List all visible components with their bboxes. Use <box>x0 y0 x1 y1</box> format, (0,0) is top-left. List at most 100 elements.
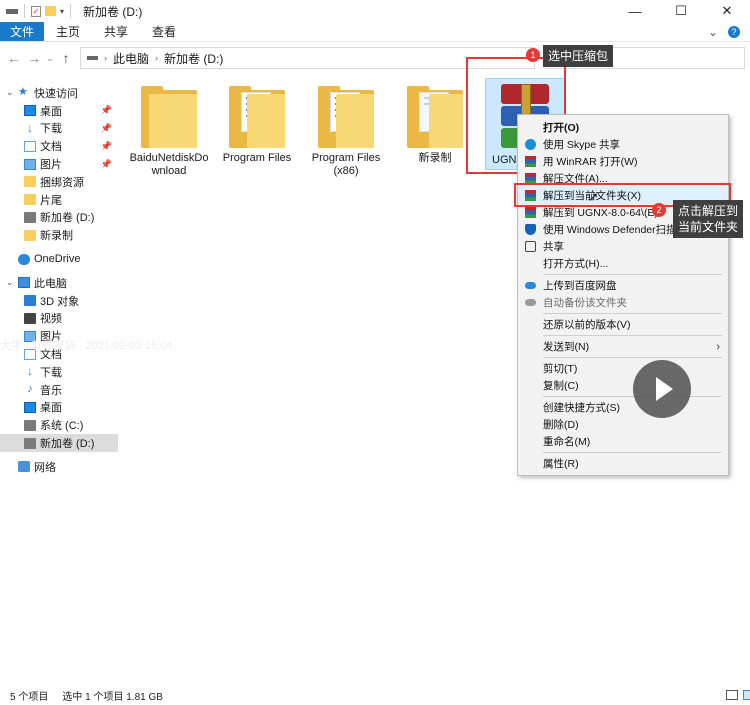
details-view-icon[interactable] <box>726 690 738 700</box>
menu-item-label: 使用 Skype 共享 <box>543 139 621 151</box>
maximize-button[interactable]: ☐ <box>658 0 704 22</box>
tab-file[interactable]: 文件 <box>0 22 45 41</box>
menu-item-open-with-winrar[interactable]: 用 WinRAR 打开(W) <box>518 153 728 170</box>
navigation-bar: ← → ⌄ ↑ › 此电脑 › 新加卷 (D:) <box>0 43 750 73</box>
chevron-down-icon[interactable]: ⌄ <box>6 87 14 98</box>
expand-ribbon-icon[interactable]: ⌄ <box>708 25 718 39</box>
forward-arrow-icon[interactable]: → <box>24 50 44 66</box>
back-arrow-icon[interactable]: ← <box>4 50 24 66</box>
menu-item-label: 打开方式(H)... <box>543 258 609 270</box>
large-icons-view-icon[interactable] <box>743 690 750 700</box>
sidebar-item-drive-c[interactable]: 系统 (C:) <box>0 416 118 434</box>
music-icon: ♪ <box>27 383 33 396</box>
sidebar-item-label: 新录制 <box>40 230 73 243</box>
menu-item-copy[interactable]: 复制(C) <box>518 377 728 394</box>
sidebar-onedrive[interactable]: OneDrive <box>0 250 118 268</box>
tab-share[interactable]: 共享 <box>92 22 140 41</box>
menu-divider <box>543 396 722 397</box>
baidu-cloud-icon <box>525 282 536 289</box>
tab-view[interactable]: 查看 <box>140 22 188 41</box>
sidebar-item-label: 桌面 <box>40 402 62 415</box>
windows-defender-icon <box>525 224 536 235</box>
menu-item-auto-backup: 自动备份该文件夹 <box>518 294 728 311</box>
breadcrumb-separator-icon[interactable]: › <box>104 53 107 63</box>
divider <box>24 4 25 18</box>
menu-item-label: 上传到百度网盘 <box>543 280 617 292</box>
menu-item-upload-baidu[interactable]: 上传到百度网盘 <box>518 277 728 294</box>
sidebar-item-new-recording[interactable]: 新录制 <box>0 226 118 244</box>
drive-icon <box>24 419 36 431</box>
annotation-tooltip-line: 当前文件夹 <box>678 220 739 234</box>
sidebar-item-downloads-pc[interactable]: ↓ 下载 <box>0 363 118 381</box>
network-icon <box>18 461 30 473</box>
menu-item-restore-versions[interactable]: 还原以前的版本(V) <box>518 316 728 333</box>
menu-item-properties[interactable]: 属性(R) <box>518 455 728 472</box>
sidebar-item-label: 3D 对象 <box>40 295 80 308</box>
help-icon[interactable]: ? <box>728 25 740 38</box>
menu-item-delete[interactable]: 删除(D) <box>518 416 728 433</box>
sidebar-item-ending[interactable]: 片尾 <box>0 191 118 209</box>
annotation-step-badge: 1 <box>526 48 540 62</box>
folder-icon <box>229 86 285 148</box>
tab-home[interactable]: 主页 <box>44 22 92 41</box>
minimize-button[interactable]: — <box>612 0 658 22</box>
breadcrumb-separator-icon[interactable]: › <box>155 53 158 63</box>
share-icon <box>525 241 536 252</box>
sidebar-item-bundle-resources[interactable]: 捆绑资源 <box>0 173 118 191</box>
folder-item[interactable]: BaiduNetdiskDownload <box>126 86 212 178</box>
pin-icon: 📌 <box>100 122 112 133</box>
sidebar-item-drive-d-quick[interactable]: 新加卷 (D:) <box>0 209 118 227</box>
sidebar-item-pictures[interactable]: 图片 📌 <box>0 155 118 173</box>
chevron-down-icon[interactable]: ⌄ <box>6 277 14 288</box>
sidebar-item-label: 网络 <box>34 461 56 474</box>
menu-item-cut[interactable]: 剪切(T) <box>518 360 728 377</box>
sidebar-item-label: 此电脑 <box>34 277 67 290</box>
menu-item-skype-share[interactable]: 使用 Skype 共享 <box>518 136 728 153</box>
sidebar-item-videos[interactable]: 视频 <box>0 310 118 328</box>
sidebar-item-drive-d[interactable]: 新加卷 (D:) <box>0 434 118 452</box>
menu-item-rename[interactable]: 重命名(M) <box>518 433 728 450</box>
customize-toolbar-icon[interactable]: ▾ <box>60 7 64 16</box>
close-button[interactable]: ✕ <box>704 0 750 22</box>
properties-icon[interactable]: ✓ <box>31 5 41 17</box>
sidebar-item-label: 文档 <box>40 141 62 154</box>
recent-locations-icon[interactable]: ⌄ <box>44 53 56 64</box>
folder-item[interactable]: Program Files <box>214 86 300 165</box>
sidebar-item-documents[interactable]: 文档 📌 <box>0 137 118 155</box>
sidebar-item-label: 捆绑资源 <box>40 176 84 189</box>
navigation-pane: ⌄ ★ 快速访问 桌面 📌 ↓ 下载 📌 文档 📌 图片 📌 捆绑资源 片尾 新… <box>0 84 118 484</box>
menu-item-label: 剪切(T) <box>543 363 578 375</box>
sidebar-item-desktop[interactable]: 桌面 📌 <box>0 102 118 120</box>
menu-item-label: 还原以前的版本(V) <box>543 319 631 331</box>
pin-icon: 📌 <box>100 140 112 151</box>
sidebar-network[interactable]: 网络 <box>0 458 118 476</box>
folder-icon <box>318 86 374 148</box>
menu-divider <box>543 357 722 358</box>
sidebar-item-music[interactable]: ♪ 音乐 <box>0 381 118 399</box>
folder-item[interactable]: Program Files (x86) <box>303 86 389 178</box>
menu-item-send-to[interactable]: 发送到(N) › <box>518 338 728 355</box>
status-bar: 5 个项目 选中 1 个项目 1.81 GB <box>0 686 750 705</box>
menu-item-open[interactable]: 打开(O) <box>518 119 728 136</box>
play-video-icon[interactable] <box>633 360 691 418</box>
menu-item-share[interactable]: 共享 <box>518 238 728 255</box>
new-folder-icon[interactable] <box>45 6 56 16</box>
sidebar-item-label: 快速访问 <box>34 87 78 100</box>
menu-item-create-shortcut[interactable]: 创建快捷方式(S) <box>518 399 728 416</box>
file-explorer-window: ✓ ▾ 新加卷 (D:) — ☐ ✕ 文件 主页 共享 查看 ⌄ ? ← → ⌄… <box>0 0 750 705</box>
sidebar-item-label: 下载 <box>40 366 62 379</box>
chevron-right-icon: › <box>716 340 720 353</box>
breadcrumb-this-pc[interactable]: 此电脑 <box>113 50 149 67</box>
sidebar-item-label: 片尾 <box>40 194 62 207</box>
up-arrow-icon[interactable]: ↑ <box>56 50 76 66</box>
documents-icon <box>24 140 36 152</box>
sidebar-item-desktop-pc[interactable]: 桌面 <box>0 399 118 417</box>
sidebar-this-pc[interactable]: ⌄ 此电脑 <box>0 274 118 292</box>
breadcrumb-drive-d[interactable]: 新加卷 (D:) <box>164 50 223 67</box>
annotation-tooltip-line: 点击解压到 <box>678 204 739 218</box>
menu-item-open-with[interactable]: 打开方式(H)... <box>518 255 728 272</box>
sidebar-quick-access[interactable]: ⌄ ★ 快速访问 <box>0 84 118 102</box>
sidebar-item-downloads[interactable]: ↓ 下载 📌 <box>0 120 118 138</box>
sidebar-item-3d-objects[interactable]: 3D 对象 <box>0 292 118 310</box>
menu-divider <box>543 335 722 336</box>
